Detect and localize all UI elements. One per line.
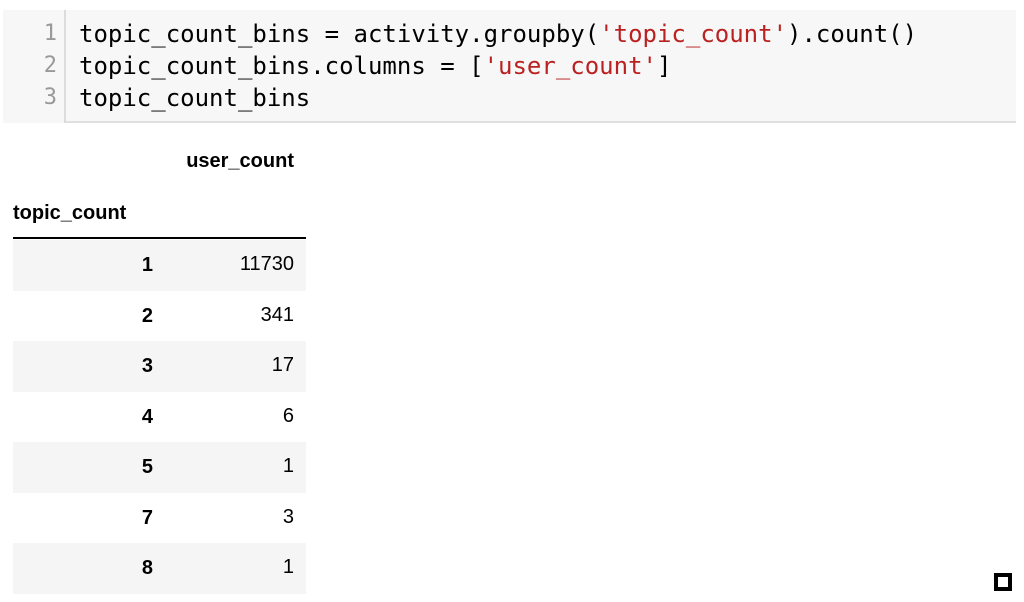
- code-token: topic_count_bins.columns = [: [79, 52, 484, 80]
- row-index: 5: [141, 456, 153, 478]
- cell-user-count: 3: [282, 505, 294, 528]
- column-header-user-count: user_count: [186, 150, 294, 172]
- code-token: ]: [656, 52, 672, 80]
- square-icon[interactable]: [994, 573, 1012, 591]
- table-row: 7 3: [13, 493, 306, 544]
- table-row: 5 1: [13, 442, 306, 493]
- code-line[interactable]: topic_count_bins: [79, 82, 310, 114]
- code-line[interactable]: topic_count_bins = activity.groupby('top…: [79, 18, 917, 50]
- cell-user-count: 1: [282, 455, 294, 477]
- table-row: 1 11730: [13, 240, 306, 291]
- table-row: 2 341: [13, 291, 306, 342]
- header-divider: [13, 237, 306, 239]
- cell-user-count: 11730: [239, 253, 294, 275]
- row-index: 3: [141, 355, 153, 377]
- row-index: 2: [141, 304, 153, 327]
- row-index: 4: [141, 405, 153, 428]
- code-token: topic_count_bins: [79, 84, 311, 112]
- code-token: ).count(): [787, 20, 918, 48]
- string-literal: 'user_count': [483, 52, 657, 80]
- cell-user-count: 17: [271, 354, 294, 376]
- string-literal: 'topic_count': [599, 20, 788, 48]
- table-row: 4 6: [13, 392, 306, 443]
- cell-user-count: 1: [282, 556, 294, 578]
- code-line[interactable]: topic_count_bins.columns = ['user_count'…: [79, 50, 671, 82]
- row-index: 7: [141, 506, 153, 529]
- cell-user-count: 341: [260, 303, 294, 326]
- line-number: 3: [43, 85, 57, 110]
- row-index: 1: [141, 254, 153, 276]
- cell-user-count: 6: [282, 404, 294, 427]
- line-number: 1: [43, 21, 57, 46]
- row-index: 8: [141, 557, 153, 579]
- table-row: 8 1: [13, 543, 306, 594]
- table-row: 3 17: [13, 341, 306, 392]
- index-header-topic-count: topic_count: [13, 202, 127, 224]
- line-number: 2: [43, 53, 57, 78]
- code-token: topic_count_bins = activity.groupby(: [79, 20, 600, 48]
- code-cell[interactable]: 1 topic_count_bins = activity.groupby('t…: [3, 10, 1016, 123]
- table-body: 1 11730 2 341 3 17 4 6 5 1 7 3 8 1: [13, 240, 306, 594]
